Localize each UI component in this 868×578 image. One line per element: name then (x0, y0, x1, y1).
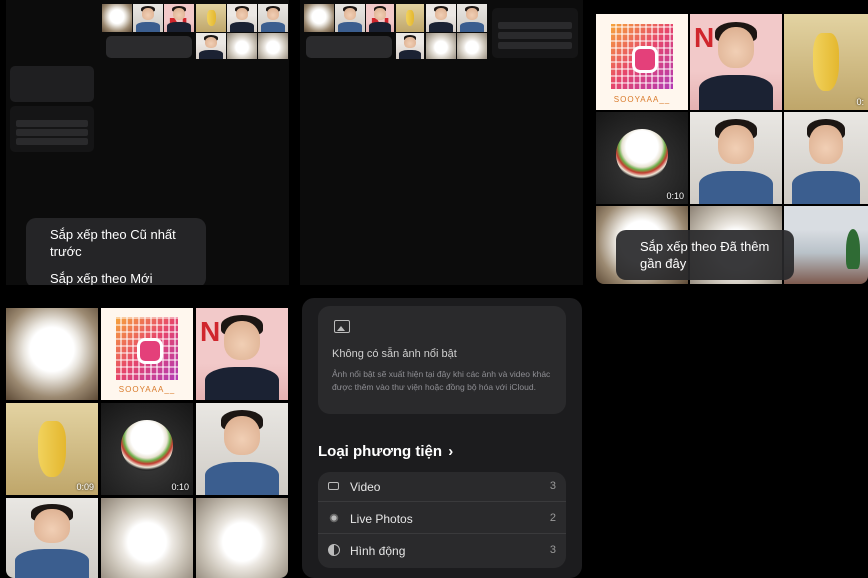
mini-photo[interactable] (396, 4, 424, 32)
mini-photo[interactable] (457, 4, 487, 32)
video-duration: 0: (856, 97, 864, 107)
mini-photo[interactable] (396, 33, 424, 59)
photo-tile[interactable]: 0: (784, 14, 868, 110)
mini-photo[interactable] (133, 4, 163, 32)
mini-row-animated[interactable] (498, 42, 572, 49)
mini-photo[interactable] (196, 33, 226, 59)
mini-photo[interactable] (426, 33, 456, 59)
mini-row-live[interactable] (16, 129, 88, 136)
photo-tile[interactable] (196, 498, 288, 578)
mini-photo[interactable] (457, 33, 487, 59)
qr-tag-label: SOOYAAA__ (118, 385, 176, 395)
photo-tile[interactable]: 0:10 (101, 403, 193, 495)
chevron-right-icon: › (448, 443, 454, 460)
featured-title: Không có sẵn ảnh nổi bật (332, 348, 457, 360)
mini-sort-popup (306, 36, 392, 58)
video-duration: 0:09 (76, 482, 94, 492)
top-left-panel: Sắp xếp theo Cũ nhất trước Sắp xếp theo … (6, 0, 289, 285)
mini-featured-card (10, 66, 94, 102)
mini-media-types-card (492, 8, 578, 58)
media-type-label: Live Photos (350, 512, 413, 526)
qr-code-image (610, 23, 674, 89)
photo-tile[interactable] (6, 308, 98, 400)
photo-tile[interactable] (6, 498, 98, 578)
live-photo-icon (328, 512, 340, 524)
photo-tile[interactable]: 0:10 (596, 112, 688, 204)
mini-row-video[interactable] (16, 120, 88, 127)
mini-row-animated[interactable] (16, 138, 88, 145)
media-type-label: Video (350, 480, 381, 494)
mini-row-live[interactable] (498, 32, 572, 39)
mini-photo[interactable] (258, 33, 288, 59)
mini-photo[interactable] (102, 4, 132, 32)
sort-menu: Sắp xếp theo Đã thêm gần đây (616, 230, 794, 280)
photo-tile[interactable]: SOOYAAA__ (101, 308, 193, 400)
mini-photo[interactable] (366, 4, 394, 32)
photo-tile[interactable] (784, 112, 868, 204)
bottom-left-panel: SOOYAAA__ 0:09 0:10 (6, 296, 288, 578)
photo-tile[interactable] (784, 206, 868, 284)
mini-row-video[interactable] (498, 22, 572, 29)
photo-icon (334, 320, 350, 333)
photo-tile[interactable] (196, 308, 288, 400)
mini-photo[interactable] (164, 4, 194, 32)
mini-photo[interactable] (335, 4, 365, 32)
photo-tile[interactable] (101, 498, 193, 578)
video-icon (328, 482, 339, 490)
top-middle-panel (300, 0, 583, 285)
featured-empty-card: Không có sẵn ảnh nổi bật Ảnh nổi bật sẽ … (318, 306, 566, 414)
photo-tile[interactable]: 0:09 (6, 403, 98, 495)
media-type-count: 3 (549, 480, 556, 492)
photo-tile[interactable] (690, 14, 782, 110)
top-right-panel: SOOYAAA__ 0: 0:10 Sắp xếp theo Đã thêm g… (596, 0, 868, 284)
mini-photo[interactable] (227, 4, 257, 32)
featured-description: Ảnh nổi bật sẽ xuất hiện tại đây khi các… (332, 369, 551, 392)
qr-code-image (115, 317, 179, 380)
mini-photo[interactable] (227, 33, 257, 59)
media-types-list: Video 3 Live Photos 2 Hình động 3 (318, 472, 566, 568)
mini-photo[interactable] (196, 4, 226, 32)
mini-media-types-card (10, 106, 94, 152)
video-duration: 0:10 (171, 482, 189, 492)
media-type-label: Hình động (350, 544, 406, 558)
media-type-row-animated[interactable]: Hình động 3 (318, 536, 566, 566)
mini-photo[interactable] (258, 4, 288, 32)
media-type-count: 2 (549, 512, 556, 524)
media-type-row-video[interactable]: Video 3 (318, 472, 566, 502)
mini-sort-popup (106, 36, 192, 58)
animated-icon (328, 544, 340, 556)
video-duration: 0:10 (666, 191, 684, 201)
photo-tile[interactable] (690, 112, 782, 204)
media-types-heading[interactable]: Loại phương tiện › (318, 443, 453, 460)
sort-option-oldest[interactable]: Sắp xếp theo Cũ nhất trước (26, 226, 206, 260)
mini-photo[interactable] (304, 4, 334, 32)
media-types-title: Loại phương tiện (318, 443, 443, 460)
bottom-right-panel: Không có sẵn ảnh nổi bật Ảnh nổi bật sẽ … (302, 298, 582, 578)
photo-tile[interactable]: SOOYAAA__ (596, 14, 688, 110)
sort-menu: Sắp xếp theo Cũ nhất trước Sắp xếp theo … (26, 218, 206, 285)
photo-tile[interactable] (196, 403, 288, 495)
media-type-row-live-photos[interactable]: Live Photos 2 (318, 504, 566, 534)
media-type-count: 3 (549, 544, 556, 556)
sort-option-newest[interactable]: Sắp xếp theo Mới (26, 270, 206, 285)
sort-option-recently-added[interactable]: Sắp xếp theo Đã thêm gần đây (616, 238, 794, 272)
qr-tag-label: SOOYAAA__ (613, 95, 671, 105)
mini-photo[interactable] (426, 4, 456, 32)
